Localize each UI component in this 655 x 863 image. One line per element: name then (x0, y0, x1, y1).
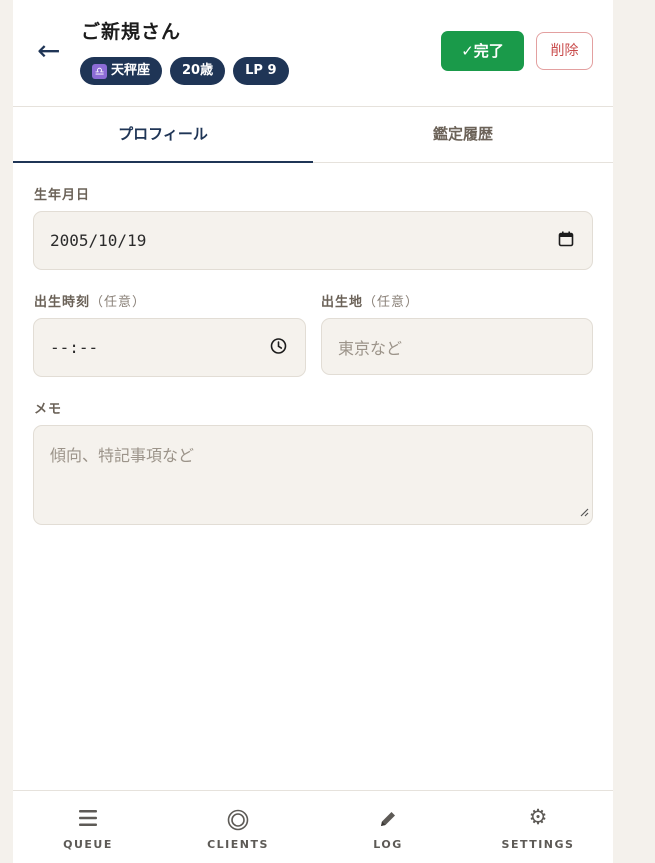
arrow-left-icon: ← (37, 34, 61, 67)
libra-icon: ♎ (92, 63, 107, 79)
delete-button[interactable]: 削除 (536, 32, 593, 70)
nav-log-label: LOG (373, 838, 403, 851)
client-badges: ♎ 天秤座 20歳 LP 9 (80, 57, 289, 85)
birthtime-value: --:-- (50, 338, 99, 357)
nav-clients[interactable]: CLIENTS (163, 791, 313, 863)
nav-settings[interactable]: ⚙ SETTINGS (463, 791, 613, 863)
zodiac-label: 天秤座 (111, 63, 151, 78)
resize-grip-icon[interactable] (580, 502, 589, 521)
birthdate-input[interactable]: 2005/10/19 (33, 211, 593, 270)
client-name: ご新規さん (81, 21, 182, 43)
clock-icon[interactable] (270, 337, 287, 358)
tab-bar: プロフィール 鑑定履歴 (13, 107, 613, 163)
pencil-icon (378, 809, 398, 833)
bottom-nav: QUEUE CLIENTS LOG ⚙ SETTINGS (13, 790, 613, 863)
app-panel: ← ご新規さん ♎ 天秤座 20歳 LP 9 ✓完了 削除 プロフィール 鑑定履… (13, 0, 613, 863)
birthplace-optional: （任意） (363, 295, 420, 310)
birthtime-label: 出生時刻（任意） (34, 291, 146, 310)
nav-queue-label: QUEUE (63, 838, 113, 851)
list-icon (78, 809, 98, 831)
birthplace-input[interactable]: 東京など (321, 318, 593, 375)
birthdate-label: 生年月日 (34, 188, 91, 203)
life-path-badge: LP 9 (233, 57, 289, 85)
age-badge: 20歳 (170, 57, 226, 85)
nav-settings-label: SETTINGS (501, 838, 575, 851)
zodiac-badge: ♎ 天秤座 (80, 57, 163, 85)
birthdate-value: 2005/10/19 (50, 231, 147, 250)
calendar-icon[interactable] (558, 231, 574, 251)
birthtime-optional: （任意） (90, 295, 147, 310)
birthtime-label-text: 出生時刻 (34, 295, 91, 310)
birthplace-label-text: 出生地 (321, 295, 364, 310)
birthtime-input[interactable]: --:-- (33, 318, 306, 377)
memo-textarea[interactable]: 傾向、特記事項など (33, 425, 593, 525)
circle-icon (227, 809, 249, 835)
memo-placeholder: 傾向、特記事項など (50, 446, 195, 465)
back-button[interactable]: ← (37, 34, 67, 68)
gear-icon: ⚙ (528, 805, 548, 829)
client-header: ← ご新規さん ♎ 天秤座 20歳 LP 9 ✓完了 削除 (13, 0, 613, 107)
memo-label: メモ (34, 402, 63, 417)
done-button[interactable]: ✓完了 (441, 31, 524, 71)
birthplace-placeholder: 東京など (338, 338, 403, 358)
tab-profile[interactable]: プロフィール (13, 107, 313, 163)
nav-log[interactable]: LOG (313, 791, 463, 863)
nav-queue[interactable]: QUEUE (13, 791, 163, 863)
birthplace-label: 出生地（任意） (321, 291, 419, 310)
nav-clients-label: CLIENTS (207, 838, 269, 851)
tab-reading-history[interactable]: 鑑定履歴 (313, 107, 613, 162)
